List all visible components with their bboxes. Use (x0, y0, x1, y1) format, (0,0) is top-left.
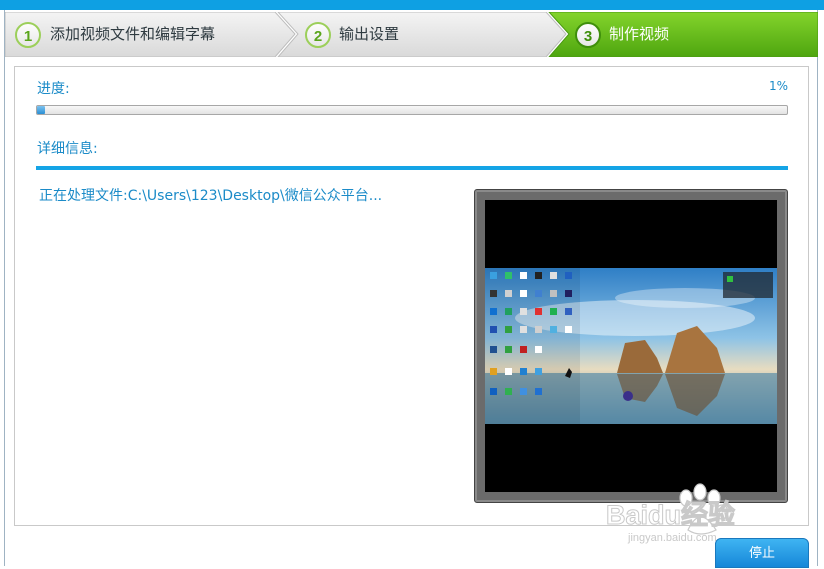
video-preview-frame (474, 189, 788, 503)
watermark-url: jingyan.baidu.com (627, 532, 717, 544)
video-preview-screen (485, 200, 777, 492)
watermark-brand: Baidu经验 (606, 499, 735, 530)
step-wizard: 1 2 3 添加视频文件和编辑字幕 输出设置 制作视频 (5, 12, 818, 57)
progress-percent: 1% (768, 79, 788, 93)
step-2-label: 输出设置 (339, 25, 400, 43)
desktop-screenshot-thumbnail (485, 268, 777, 424)
details-label: 详细信息: (37, 141, 98, 157)
progress-label: 进度: (37, 81, 70, 97)
step-1-number: 1 (24, 28, 32, 45)
step-3-label: 制作视频 (609, 25, 670, 43)
step-2-number: 2 (314, 28, 322, 45)
details-divider (36, 166, 788, 170)
step-3-number: 3 (584, 28, 592, 45)
step-1-label: 添加视频文件和编辑字幕 (50, 25, 216, 43)
progress-bar-fill (37, 106, 45, 114)
processing-file-text: 正在处理文件:C:\Users\123\Desktop\微信公众平台... (39, 188, 383, 204)
stop-button[interactable]: 停止 (715, 538, 809, 568)
progress-bar (36, 105, 788, 115)
title-bar-strip (0, 0, 824, 10)
